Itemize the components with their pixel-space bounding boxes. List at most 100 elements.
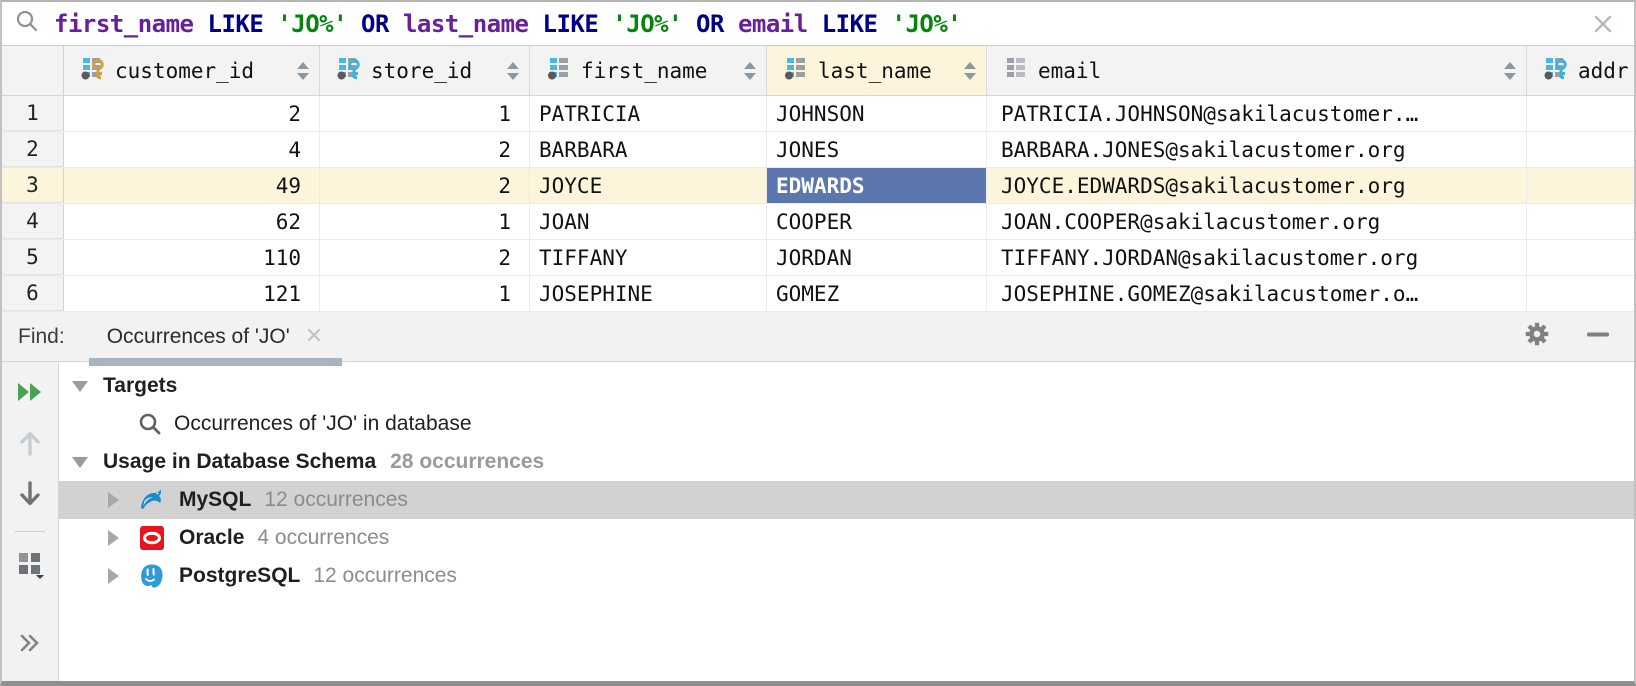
cell-email[interactable]: PATRICIA.JOHNSON@sakilacustomer.… xyxy=(987,96,1527,131)
find-results-tree: Targets Occurrences of 'JO' in database … xyxy=(59,362,1634,681)
sort-toggle-icon[interactable] xyxy=(736,61,756,80)
sort-toggle-icon[interactable] xyxy=(1496,61,1516,80)
database-name: PostgreSQL xyxy=(179,564,301,587)
settings-gear-icon[interactable] xyxy=(1522,319,1552,354)
cell-address-id[interactable] xyxy=(1527,204,1634,239)
cell-email[interactable]: BARBARA.JONES@sakilacustomer.org xyxy=(987,132,1527,167)
cell-last-name[interactable]: COOPER xyxy=(767,204,987,239)
cell-last-name[interactable]: JORDAN xyxy=(767,240,987,275)
chevron-right-icon[interactable] xyxy=(102,568,124,584)
cell-store-id[interactable]: 2 xyxy=(320,132,530,167)
column-header-customer-id[interactable]: customer_id xyxy=(64,46,320,95)
query-token: OR xyxy=(696,9,724,38)
cell-store-id[interactable]: 1 xyxy=(320,96,530,131)
column-header-label: store_id xyxy=(371,58,473,83)
row-number[interactable]: 5 xyxy=(2,240,64,275)
tree-node-target-item[interactable]: Occurrences of 'JO' in database xyxy=(59,405,1634,443)
tree-node-postgresql[interactable]: PostgreSQL 12 occurrences xyxy=(59,557,1634,595)
row-number[interactable]: 3 xyxy=(2,168,64,203)
rerun-icon[interactable] xyxy=(14,376,46,408)
column-blue-key-icon xyxy=(1543,55,1569,86)
tree-node-mysql[interactable]: MySQL 12 occurrences xyxy=(59,481,1634,519)
query-token: 'JO%' xyxy=(277,9,348,38)
cell-first-name[interactable]: PATRICIA xyxy=(530,96,767,131)
cell-address-id[interactable] xyxy=(1527,168,1634,203)
query-token: OR xyxy=(361,9,389,38)
search-icon xyxy=(14,8,40,39)
cell-customer-id[interactable]: 49 xyxy=(64,168,320,203)
cell-address-id[interactable] xyxy=(1527,96,1634,131)
cell-last-name[interactable]: GOMEZ xyxy=(767,276,987,311)
find-panel-header: Find: Occurrences of 'JO' xyxy=(2,312,1634,366)
cell-customer-id[interactable]: 4 xyxy=(64,132,320,167)
row-number[interactable]: 6 xyxy=(2,276,64,311)
column-blue-key-icon xyxy=(336,55,362,86)
tab-close-icon[interactable] xyxy=(304,325,324,350)
column-header-store-id[interactable]: store_id xyxy=(320,46,530,95)
search-target-icon xyxy=(137,411,163,437)
cell-first-name[interactable]: JOAN xyxy=(530,204,767,239)
row-number[interactable]: 1 xyxy=(2,96,64,131)
cell-store-id[interactable]: 1 xyxy=(320,276,530,311)
close-icon[interactable] xyxy=(1590,11,1616,42)
hide-minimize-icon[interactable] xyxy=(1584,320,1612,353)
cell-first-name[interactable]: JOSEPHINE xyxy=(530,276,767,311)
cell-email[interactable]: JOAN.COOPER@sakilacustomer.org xyxy=(987,204,1527,239)
next-occurrence-icon[interactable] xyxy=(14,478,46,510)
expand-icon[interactable] xyxy=(14,627,46,659)
column-header-last-name[interactable]: last_name xyxy=(767,46,987,95)
row-number[interactable]: 4 xyxy=(2,204,64,239)
cell-email[interactable]: TIFFANY.JORDAN@sakilacustomer.org xyxy=(987,240,1527,275)
find-tab-title: Occurrences of 'JO' xyxy=(106,324,290,348)
cell-store-id[interactable]: 2 xyxy=(320,240,530,275)
cell-first-name[interactable]: BARBARA xyxy=(530,132,767,167)
sort-toggle-icon[interactable] xyxy=(956,61,976,80)
column-header-email[interactable]: email xyxy=(987,46,1527,95)
column-header-address-id[interactable]: addr xyxy=(1527,46,1634,95)
row-number[interactable]: 2 xyxy=(2,132,64,167)
cell-store-id[interactable]: 2 xyxy=(320,168,530,203)
find-tab-occurrences[interactable]: Occurrences of 'JO' xyxy=(88,312,342,366)
sort-toggle-icon[interactable] xyxy=(499,61,519,80)
cell-customer-id[interactable]: 121 xyxy=(64,276,320,311)
cell-last-name-selected[interactable]: EDWARDS xyxy=(767,168,987,203)
cell-address-id[interactable] xyxy=(1527,132,1634,167)
cell-address-id[interactable] xyxy=(1527,276,1634,311)
chevron-right-icon[interactable] xyxy=(102,530,124,546)
column-header-first-name[interactable]: first_name xyxy=(530,46,767,95)
filter-bar[interactable]: first_name LIKE 'JO%' OR last_name LIKE 'JO%' O… xyxy=(2,2,1634,46)
find-panel-body: Targets Occurrences of 'JO' in database … xyxy=(2,362,1634,681)
column-header-label: first_name xyxy=(581,58,708,83)
oracle-icon xyxy=(138,524,166,552)
datagrip-window: first_name LIKE 'JO%' OR last_name LIKE 'JO%' O… xyxy=(0,0,1636,686)
cell-store-id[interactable]: 1 xyxy=(320,204,530,239)
cell-email[interactable]: JOYCE.EDWARDS@sakilacustomer.org xyxy=(987,168,1527,203)
chevron-down-icon[interactable] xyxy=(69,456,91,468)
query-token: first_name xyxy=(54,9,194,38)
sort-toggle-icon[interactable] xyxy=(289,61,309,80)
cell-customer-id[interactable]: 110 xyxy=(64,240,320,275)
cell-last-name[interactable]: JOHNSON xyxy=(767,96,987,131)
column-gold-key-icon xyxy=(80,55,106,86)
chevron-right-icon[interactable] xyxy=(102,492,124,508)
cell-address-id[interactable] xyxy=(1527,240,1634,275)
cell-last-name[interactable]: JONES xyxy=(767,132,987,167)
cell-customer-id[interactable]: 62 xyxy=(64,204,320,239)
chevron-down-icon[interactable] xyxy=(69,380,91,392)
cell-first-name[interactable]: TIFFANY xyxy=(530,240,767,275)
tree-node-targets[interactable]: Targets xyxy=(59,367,1634,405)
cell-customer-id[interactable]: 2 xyxy=(64,96,320,131)
cell-email[interactable]: JOSEPHINE.GOMEZ@sakilacustomer.o… xyxy=(987,276,1527,311)
tree-node-oracle[interactable]: Oracle 4 occurrences xyxy=(59,519,1634,557)
cell-first-name[interactable]: JOYCE xyxy=(530,168,767,203)
filter-query-input[interactable]: first_name LIKE 'JO%' OR last_name LIKE 'JO%' O… xyxy=(54,10,975,38)
query-token: LIKE xyxy=(542,9,599,38)
tree-node-usage-in-schema[interactable]: Usage in Database Schema 28 occurrences xyxy=(59,443,1634,481)
mysql-icon xyxy=(138,486,166,514)
previous-occurrence-icon[interactable] xyxy=(14,427,46,459)
group-by-icon[interactable] xyxy=(14,548,46,580)
occurrence-count: 28 occurrences xyxy=(390,450,545,473)
column-header-label: last_name xyxy=(818,58,932,83)
column-plain-icon xyxy=(1003,55,1029,86)
table-row: 2 4 2 BARBARA JONES BARBARA.JONES@sakila… xyxy=(2,132,1634,168)
